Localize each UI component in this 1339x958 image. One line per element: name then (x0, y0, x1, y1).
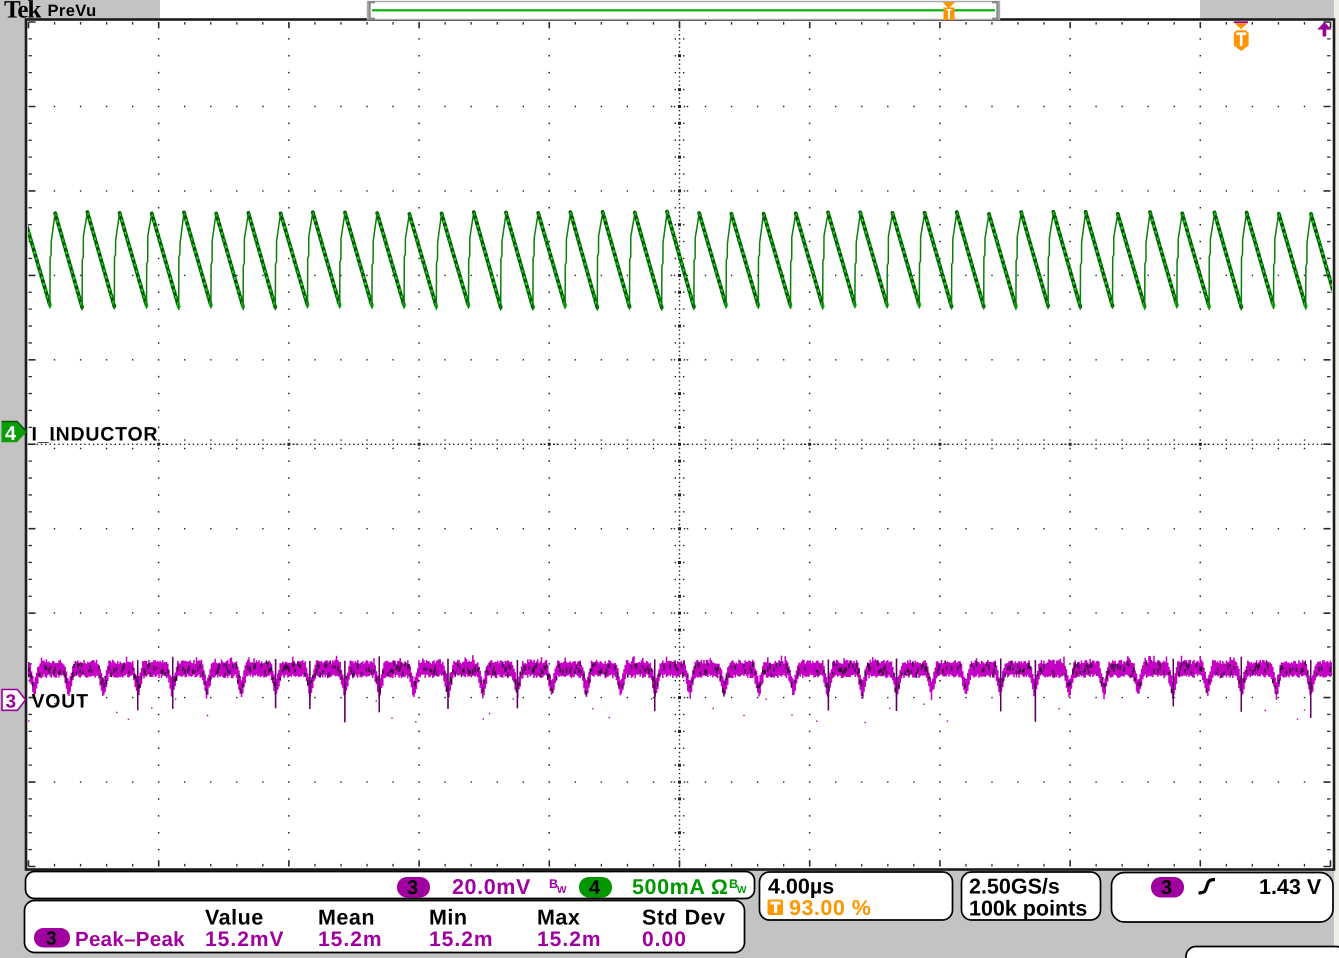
svg-text:20.0mV: 20.0mV (452, 875, 531, 899)
svg-text:100k points: 100k points (969, 897, 1087, 921)
svg-text:3: 3 (6, 692, 17, 713)
svg-text:2.50GS/s: 2.50GS/s (969, 875, 1060, 899)
svg-text:4: 4 (5, 423, 17, 445)
svg-text:15.2m: 15.2m (537, 928, 602, 951)
svg-text:Tek: Tek (4, 0, 41, 24)
svg-text:93.00 %: 93.00 % (789, 896, 871, 920)
svg-text:0.00: 0.00 (642, 928, 687, 951)
svg-text:Min: Min (429, 906, 468, 930)
svg-text:W: W (557, 885, 567, 896)
svg-text:3: 3 (1161, 877, 1172, 899)
svg-text:4: 4 (589, 877, 601, 899)
svg-text:3: 3 (46, 929, 57, 950)
svg-text:500mA: 500mA (632, 875, 706, 899)
svg-text:1.43 V: 1.43 V (1259, 875, 1322, 899)
svg-text:3: 3 (407, 877, 418, 899)
svg-text:Value: Value (205, 906, 264, 930)
svg-text:Ω: Ω (711, 876, 728, 899)
svg-text:4.00µs: 4.00µs (768, 875, 834, 899)
svg-text:Std Dev: Std Dev (642, 906, 726, 930)
svg-text:Max: Max (537, 906, 580, 930)
svg-text:I_INDUCTOR: I_INDUCTOR (32, 424, 159, 446)
svg-text:15.2m: 15.2m (429, 928, 494, 951)
svg-text:Mean: Mean (318, 906, 375, 930)
svg-text:W: W (737, 885, 747, 896)
svg-text:15.2mV: 15.2mV (205, 928, 285, 951)
svg-text:VOUT: VOUT (32, 691, 89, 713)
svg-text:15.2m: 15.2m (318, 928, 383, 951)
svg-text:PreVu: PreVu (48, 2, 97, 20)
svg-text:Peak–Peak: Peak–Peak (75, 928, 185, 951)
